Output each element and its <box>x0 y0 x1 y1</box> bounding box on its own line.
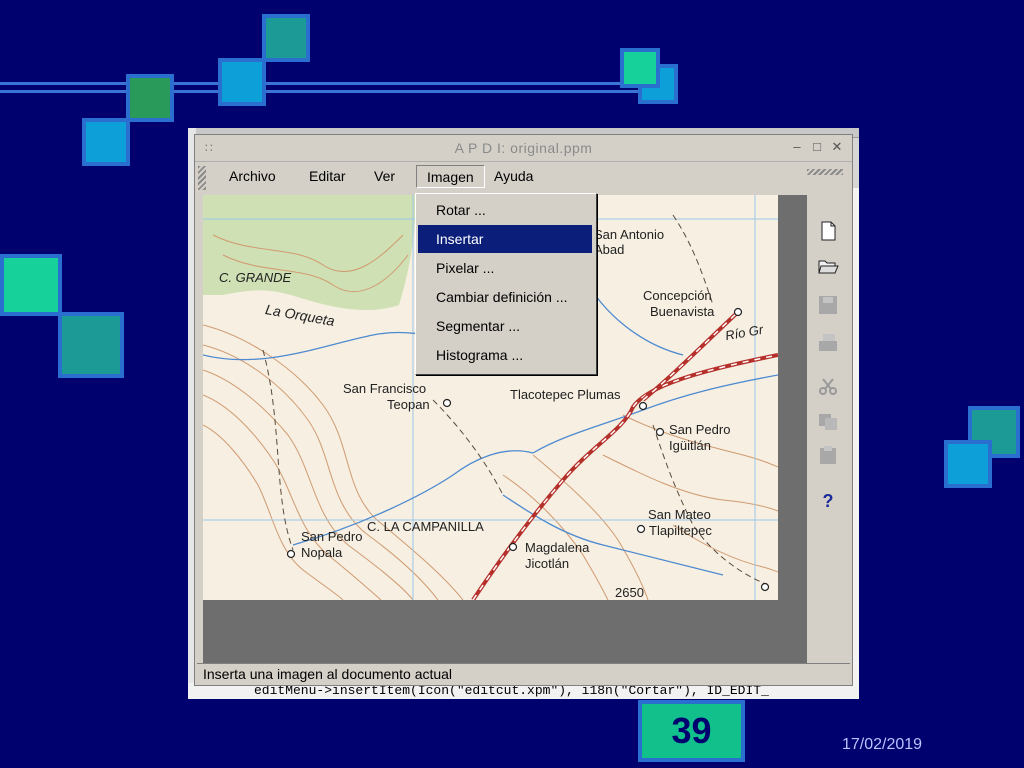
map-label: San Pedro <box>301 529 363 544</box>
map-label: San Pedro <box>669 422 731 437</box>
menu-imagen[interactable]: Imagen <box>416 165 485 188</box>
imagen-dropdown-menu: Rotar ... Insertar Pixelar ... Cambiar d… <box>415 193 597 375</box>
map-label: San Francisco <box>343 381 427 396</box>
menu-item-insertar[interactable]: Insertar <box>418 225 592 253</box>
new-document-icon[interactable] <box>817 220 839 242</box>
menu-editar[interactable]: Editar <box>303 168 352 184</box>
decor-line <box>0 90 672 93</box>
map-label: C. GRANDE <box>219 270 292 285</box>
map-label: Abad <box>594 242 625 257</box>
decor-square <box>126 74 174 122</box>
save-icon[interactable] <box>817 294 839 316</box>
menu-ver[interactable]: Ver <box>368 168 401 184</box>
menu-item-pixelar[interactable]: Pixelar ... <box>418 254 592 282</box>
help-icon[interactable]: ? <box>817 490 839 512</box>
decor-square <box>218 58 266 106</box>
title-bar[interactable]: ∷ A P D I: original.ppm – □ ✕ <box>195 135 852 162</box>
map-label: Nopala <box>301 545 343 560</box>
print-icon[interactable] <box>817 332 839 354</box>
decor-square <box>58 312 124 378</box>
menu-item-cambiar-definicion[interactable]: Cambiar definición ... <box>418 283 592 311</box>
menu-ayuda[interactable]: Ayuda <box>488 168 539 184</box>
toolbar-handle[interactable] <box>807 169 843 175</box>
open-folder-icon[interactable] <box>817 254 839 276</box>
decor-square <box>620 48 660 88</box>
decor-square <box>82 118 130 166</box>
apdi-window: ∷ A P D I: original.ppm – □ ✕ Archivo Ed… <box>194 134 853 686</box>
cut-icon[interactable] <box>817 376 839 398</box>
map-label: C. LA CAMPANILLA <box>367 519 484 534</box>
decor-line <box>0 82 672 85</box>
close-icon[interactable]: ✕ <box>829 139 845 155</box>
menu-item-histograma[interactable]: Histograma ... <box>418 341 592 369</box>
map-label: Tlapiltepec <box>649 523 712 538</box>
menu-archivo[interactable]: Archivo <box>223 168 282 184</box>
slide-date: 17/02/2019 <box>842 736 923 753</box>
menubar-handle[interactable] <box>198 166 206 190</box>
status-bar: Inserta una imagen al documento actual <box>197 663 850 683</box>
map-label: 2650 <box>615 585 644 600</box>
map-label: Concepción <box>643 288 712 303</box>
slide-page-number: 39 <box>638 700 745 762</box>
paste-icon[interactable] <box>817 444 839 466</box>
decor-square <box>944 440 992 488</box>
copy-icon[interactable] <box>817 410 839 432</box>
map-label: San Antonio <box>594 227 665 242</box>
map-label: Tlacotepec Plumas <box>510 387 621 402</box>
map-label: Teopan <box>387 397 430 412</box>
map-label: San Mateo <box>648 507 711 522</box>
menu-item-rotar[interactable]: Rotar ... <box>418 196 592 224</box>
minimize-icon[interactable]: – <box>789 139 805 154</box>
decor-square <box>262 14 310 62</box>
side-toolbar: ? <box>807 220 851 520</box>
map-label: Igüitlán <box>669 438 711 453</box>
decor-square <box>0 254 62 316</box>
menu-item-segmentar[interactable]: Segmentar ... <box>418 312 592 340</box>
map-label: Buenavista <box>650 304 715 319</box>
map-label: Jicotlán <box>525 556 570 571</box>
application-screenshot: editMenu->insertItem(Icon("editcut.xpm")… <box>188 128 859 699</box>
window-title: A P D I: original.ppm <box>454 140 593 156</box>
maximize-icon[interactable]: □ <box>809 139 825 154</box>
map-label: Magdalena <box>525 540 590 555</box>
menu-bar: Archivo Editar Ver Imagen Ayuda <box>195 162 852 192</box>
